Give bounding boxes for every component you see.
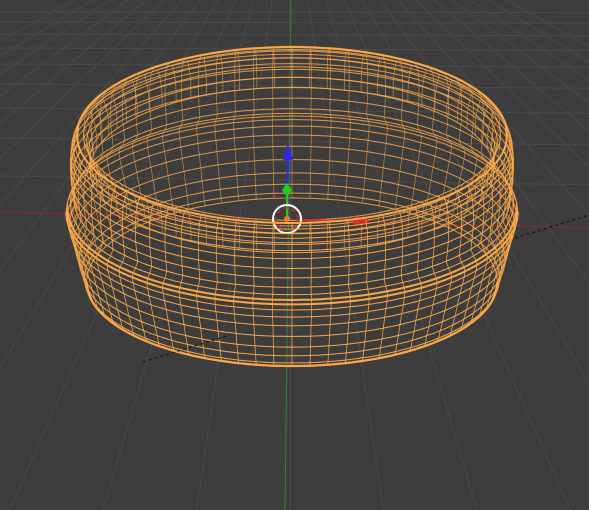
- viewport-canvas[interactable]: [0, 0, 589, 510]
- grid-line: [0, 11, 589, 14]
- 3d-viewport[interactable]: [0, 0, 589, 510]
